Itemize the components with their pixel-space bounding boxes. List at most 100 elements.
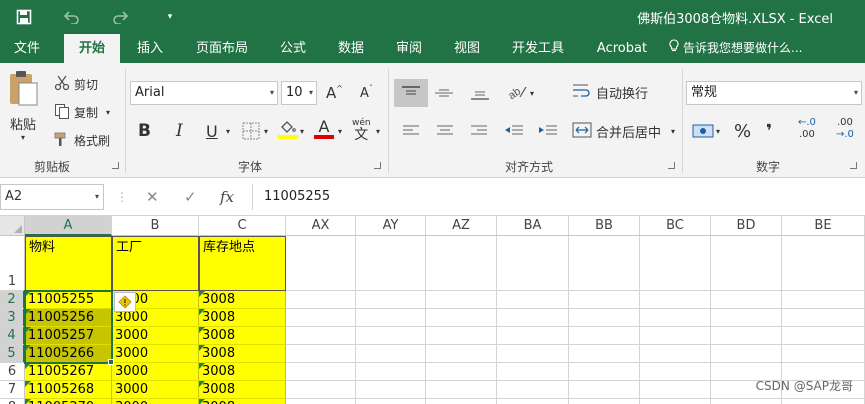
row-header-8[interactable]: 8	[0, 399, 25, 404]
cell-az1[interactable]	[426, 236, 497, 291]
row-header-5[interactable]: 5	[0, 345, 25, 363]
row-header-4[interactable]: 4	[0, 327, 25, 345]
number-launcher-icon[interactable]	[850, 162, 857, 169]
customize-qat-icon[interactable]: ▾	[160, 0, 180, 34]
percent-style-icon[interactable]: %	[734, 119, 751, 143]
orientation-dropdown-icon[interactable]: ▾	[530, 83, 534, 103]
cell-bc7[interactable]	[640, 381, 711, 399]
italic-icon[interactable]: I	[176, 119, 183, 143]
cell-bd1[interactable]	[711, 236, 782, 291]
clipboard-launcher-icon[interactable]	[112, 162, 119, 169]
column-header-ay[interactable]: AY	[356, 216, 426, 236]
tab-home[interactable]: 开始	[64, 34, 120, 63]
phonetic-dropdown-icon[interactable]: ▾	[376, 119, 380, 143]
borders-dropdown-icon[interactable]: ▾	[264, 119, 268, 143]
cell-bd3[interactable]	[711, 309, 782, 327]
cut-button[interactable]: 剪切	[54, 73, 98, 95]
cell-be3[interactable]	[782, 309, 865, 327]
font-color-dropdown-icon[interactable]: ▾	[338, 119, 342, 143]
cell-bd5[interactable]	[711, 345, 782, 363]
cell-b7[interactable]: 3000	[112, 381, 199, 399]
cell-a2[interactable]: 11005255	[25, 291, 112, 309]
undo-icon[interactable]	[56, 0, 88, 34]
cell-ba7[interactable]	[497, 381, 569, 399]
cell-ay4[interactable]	[356, 327, 426, 345]
cell-bc2[interactable]	[640, 291, 711, 309]
cell-ax8[interactable]	[286, 399, 356, 404]
column-header-b[interactable]: B	[112, 216, 199, 236]
cell-ba3[interactable]	[497, 309, 569, 327]
cell-ba2[interactable]	[497, 291, 569, 309]
select-all-button[interactable]	[0, 216, 25, 236]
tab-data[interactable]: 数据	[330, 34, 372, 63]
column-header-bc[interactable]: BC	[640, 216, 711, 236]
cell-ba5[interactable]	[497, 345, 569, 363]
cell-c3[interactable]: 3008	[199, 309, 286, 327]
cell-ax2[interactable]	[286, 291, 356, 309]
cell-ax6[interactable]	[286, 363, 356, 381]
cell-ba4[interactable]	[497, 327, 569, 345]
underline-icon[interactable]: U	[206, 119, 218, 143]
cell-ba8[interactable]	[497, 399, 569, 404]
cell-c6[interactable]: 3008	[199, 363, 286, 381]
cell-c5[interactable]: 3008	[199, 345, 286, 363]
tab-view[interactable]: 视图	[446, 34, 488, 63]
cell-az3[interactable]	[426, 309, 497, 327]
font-size-combo[interactable]: 10 ▾	[281, 81, 317, 105]
cell-bc4[interactable]	[640, 327, 711, 345]
column-header-be[interactable]: BE	[782, 216, 865, 236]
align-left-icon[interactable]	[402, 121, 420, 141]
font-name-dropdown-icon[interactable]: ▾	[270, 82, 274, 104]
cell-a7[interactable]: 11005268	[25, 381, 112, 399]
cell-b4[interactable]: 3000	[112, 327, 199, 345]
error-warning-icon[interactable]	[114, 292, 136, 312]
cell-bb6[interactable]	[569, 363, 640, 381]
cell-ay8[interactable]	[356, 399, 426, 404]
cell-bb5[interactable]	[569, 345, 640, 363]
header-cell[interactable]: 工厂	[112, 236, 199, 291]
cell-c2[interactable]: 3008	[199, 291, 286, 309]
cell-a4[interactable]: 11005257	[25, 327, 112, 345]
cell-c8[interactable]: 3008	[199, 399, 286, 404]
header-cell[interactable]: 物料	[25, 236, 112, 291]
tab-insert[interactable]: 插入	[128, 34, 172, 63]
cell-az2[interactable]	[426, 291, 497, 309]
column-header-ba[interactable]: BA	[497, 216, 569, 236]
tab-formulas[interactable]: 公式	[272, 34, 314, 63]
cell-a6[interactable]: 11005267	[25, 363, 112, 381]
cell-ax5[interactable]	[286, 345, 356, 363]
cell-ax3[interactable]	[286, 309, 356, 327]
format-painter-button[interactable]: 格式刷	[54, 129, 110, 151]
save-icon[interactable]	[8, 0, 40, 34]
cell-bb2[interactable]	[569, 291, 640, 309]
cell-ay1[interactable]	[356, 236, 426, 291]
align-center-icon[interactable]	[436, 121, 454, 141]
tab-page-layout[interactable]: 页面布局	[190, 34, 254, 63]
cell-az8[interactable]	[426, 399, 497, 404]
formula-input[interactable]: 11005255	[252, 184, 865, 210]
cell-bc1[interactable]	[640, 236, 711, 291]
cell-az6[interactable]	[426, 363, 497, 381]
name-box-dropdown-icon[interactable]: ▾	[95, 185, 99, 209]
cell-bc8[interactable]	[640, 399, 711, 404]
column-header-a[interactable]: A	[25, 216, 112, 236]
cell-az5[interactable]	[426, 345, 497, 363]
cell-ay3[interactable]	[356, 309, 426, 327]
confirm-entry-icon[interactable]: ✓	[184, 184, 197, 210]
tab-review[interactable]: 审阅	[388, 34, 430, 63]
number-format-dropdown-icon[interactable]: ▾	[854, 82, 858, 104]
merge-center-dropdown-icon[interactable]: ▾	[671, 127, 675, 136]
name-box[interactable]: A2 ▾	[0, 184, 104, 210]
increase-decimal-icon[interactable]: ←.0.00	[798, 117, 816, 145]
orientation-icon[interactable]: ab	[506, 81, 528, 103]
paste-button[interactable]: 粘贴 ▾	[4, 69, 42, 149]
decrease-indent-icon[interactable]	[504, 121, 524, 141]
cell-ay5[interactable]	[356, 345, 426, 363]
cell-be5[interactable]	[782, 345, 865, 363]
cell-b5[interactable]: 3000	[112, 345, 199, 363]
column-header-az[interactable]: AZ	[426, 216, 497, 236]
tab-acrobat[interactable]: Acrobat	[590, 34, 654, 63]
cell-bb3[interactable]	[569, 309, 640, 327]
increase-indent-icon[interactable]	[538, 121, 558, 141]
tell-me-box[interactable]: 告诉我您想要做什么...	[669, 34, 802, 63]
